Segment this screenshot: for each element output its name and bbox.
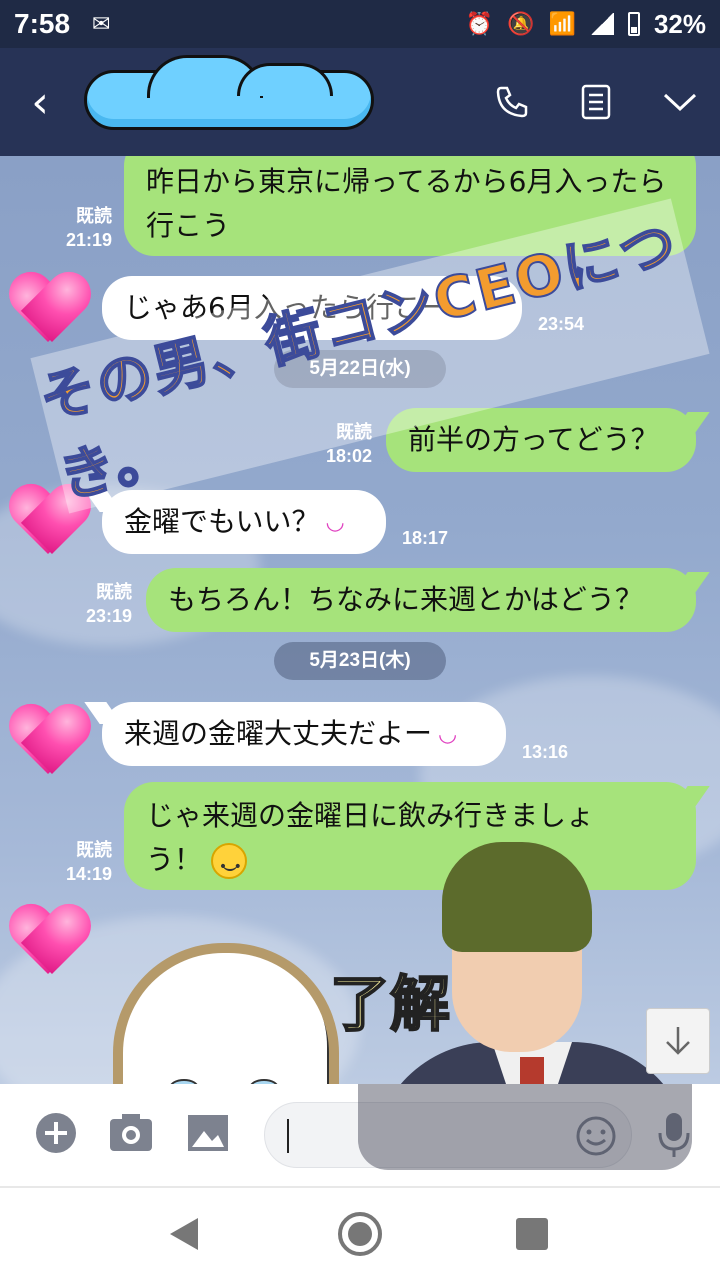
message-text-line: う！ bbox=[146, 843, 203, 876]
nav-home-icon[interactable] bbox=[338, 1212, 382, 1256]
system-nav-bar bbox=[0, 1186, 720, 1280]
contact-avatar[interactable] bbox=[8, 274, 88, 346]
image-icon[interactable] bbox=[186, 1111, 230, 1159]
chevron-down-icon[interactable] bbox=[660, 82, 700, 122]
camera-icon[interactable] bbox=[108, 1111, 154, 1159]
battery-percent: 32% bbox=[653, 8, 706, 39]
message-text-line: じゃ来週の金曜日に飲み行きましょ bbox=[146, 799, 595, 832]
alarm-icon: ⏰ bbox=[465, 11, 494, 36]
chat-area[interactable]: 昨日から東京に帰ってるから6月入ったら行こう 既読 21:19 じゃあ6月入った… bbox=[0, 156, 720, 1084]
back-button[interactable]: ‹ bbox=[0, 77, 80, 128]
arrow-down-icon bbox=[666, 1027, 690, 1055]
message-time: 13:16 bbox=[522, 742, 569, 762]
status-bar: 7:58 ✉ ⏰ 🔕 📶 32% bbox=[0, 0, 720, 48]
message-text: 来週の金曜大丈夫だよー bbox=[124, 717, 433, 750]
add-icon[interactable] bbox=[34, 1111, 78, 1159]
status-time: 7:58 bbox=[14, 8, 71, 39]
chat-header: ‹ bbox=[0, 48, 720, 156]
wifi-icon: 📶 bbox=[548, 11, 576, 36]
man-illustration bbox=[372, 842, 692, 1084]
nav-recent-icon[interactable] bbox=[516, 1218, 548, 1250]
read-receipt: 既読 23:19 bbox=[85, 582, 132, 626]
battery-icon bbox=[627, 12, 640, 36]
nav-back-icon[interactable] bbox=[170, 1218, 198, 1250]
censored-title-cloud bbox=[84, 55, 374, 130]
message-bubble-sent[interactable]: もちろん！ちなみに来週とかはどう？ bbox=[146, 568, 696, 632]
read-receipt: 既読 14:19 bbox=[65, 840, 112, 884]
mail-icon: ✉ bbox=[92, 11, 111, 36]
date-separator: 5月23日(木) bbox=[274, 642, 446, 680]
message-text: 金曜でもいい？ bbox=[124, 505, 320, 538]
contact-avatar[interactable] bbox=[8, 706, 88, 778]
smile-emoji-icon: ◡ bbox=[438, 722, 458, 747]
scroll-down-button[interactable] bbox=[646, 1008, 710, 1074]
smile-emoji-icon: ◡ bbox=[325, 510, 345, 535]
message-text: 前半の方ってどう？ bbox=[408, 423, 659, 456]
smiley-icon bbox=[210, 843, 247, 889]
read-receipt: 既読 21:19 bbox=[65, 206, 112, 250]
illustration-overlay bbox=[358, 1084, 692, 1170]
signal-icon bbox=[589, 13, 614, 35]
message-text: もちろん！ちなみに来週とかはどう？ bbox=[168, 583, 643, 616]
contact-avatar[interactable] bbox=[8, 906, 88, 978]
notes-icon[interactable] bbox=[576, 82, 616, 122]
message-time: 18:17 bbox=[402, 528, 449, 548]
phone-icon[interactable] bbox=[492, 82, 532, 122]
message-bubble-received[interactable]: 金曜でもいい？ ◡ bbox=[102, 490, 386, 554]
mute-icon: 🔕 bbox=[507, 11, 535, 36]
message-bubble-received[interactable]: 来週の金曜大丈夫だよー ◡ bbox=[102, 702, 506, 766]
